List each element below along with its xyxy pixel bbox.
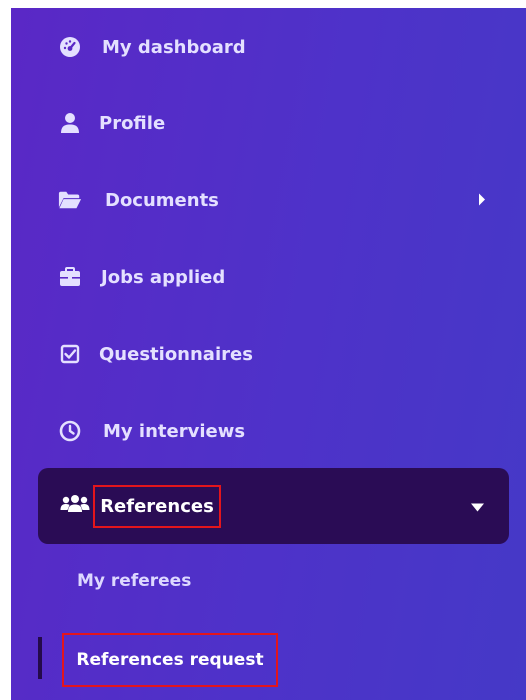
checkbox-icon bbox=[58, 342, 82, 366]
clock-icon bbox=[58, 419, 82, 443]
chevron-right-icon[interactable] bbox=[478, 190, 486, 211]
sidebar-item-my-dashboard[interactable]: My dashboard bbox=[11, 22, 526, 72]
sidebar-item-label: Questionnaires bbox=[99, 343, 253, 365]
sidebar-item-label: My dashboard bbox=[102, 36, 246, 58]
sidebar-item-label: My interviews bbox=[103, 420, 246, 442]
user-icon bbox=[58, 111, 82, 135]
sidebar-item-my-interviews[interactable]: My interviews bbox=[11, 406, 526, 456]
sidebar-item-references[interactable]: References bbox=[38, 468, 509, 544]
folder-open-icon bbox=[58, 188, 82, 212]
sidebar-item-documents[interactable]: Documents bbox=[11, 175, 526, 225]
sidebar-item-label: References bbox=[93, 485, 221, 528]
sidebar-item-jobs-applied[interactable]: Jobs applied bbox=[11, 252, 526, 302]
sidebar-item-label: Profile bbox=[99, 112, 166, 134]
active-indicator bbox=[38, 637, 42, 679]
sidebar-item-label: Documents bbox=[105, 189, 219, 211]
chevron-down-icon[interactable] bbox=[471, 497, 484, 516]
submenu-item-references-request[interactable]: References request bbox=[62, 633, 278, 687]
sidebar-nav: My dashboard Profile Documents Jobs appl… bbox=[11, 8, 526, 700]
sidebar-item-profile[interactable]: Profile bbox=[11, 98, 526, 148]
sidebar-item-questionnaires[interactable]: Questionnaires bbox=[11, 329, 526, 379]
users-icon bbox=[60, 494, 90, 518]
briefcase-icon bbox=[58, 265, 82, 289]
submenu-item-my-referees[interactable]: My referees bbox=[77, 571, 191, 591]
sidebar-item-label: Jobs applied bbox=[101, 266, 226, 288]
dashboard-icon bbox=[58, 35, 82, 59]
